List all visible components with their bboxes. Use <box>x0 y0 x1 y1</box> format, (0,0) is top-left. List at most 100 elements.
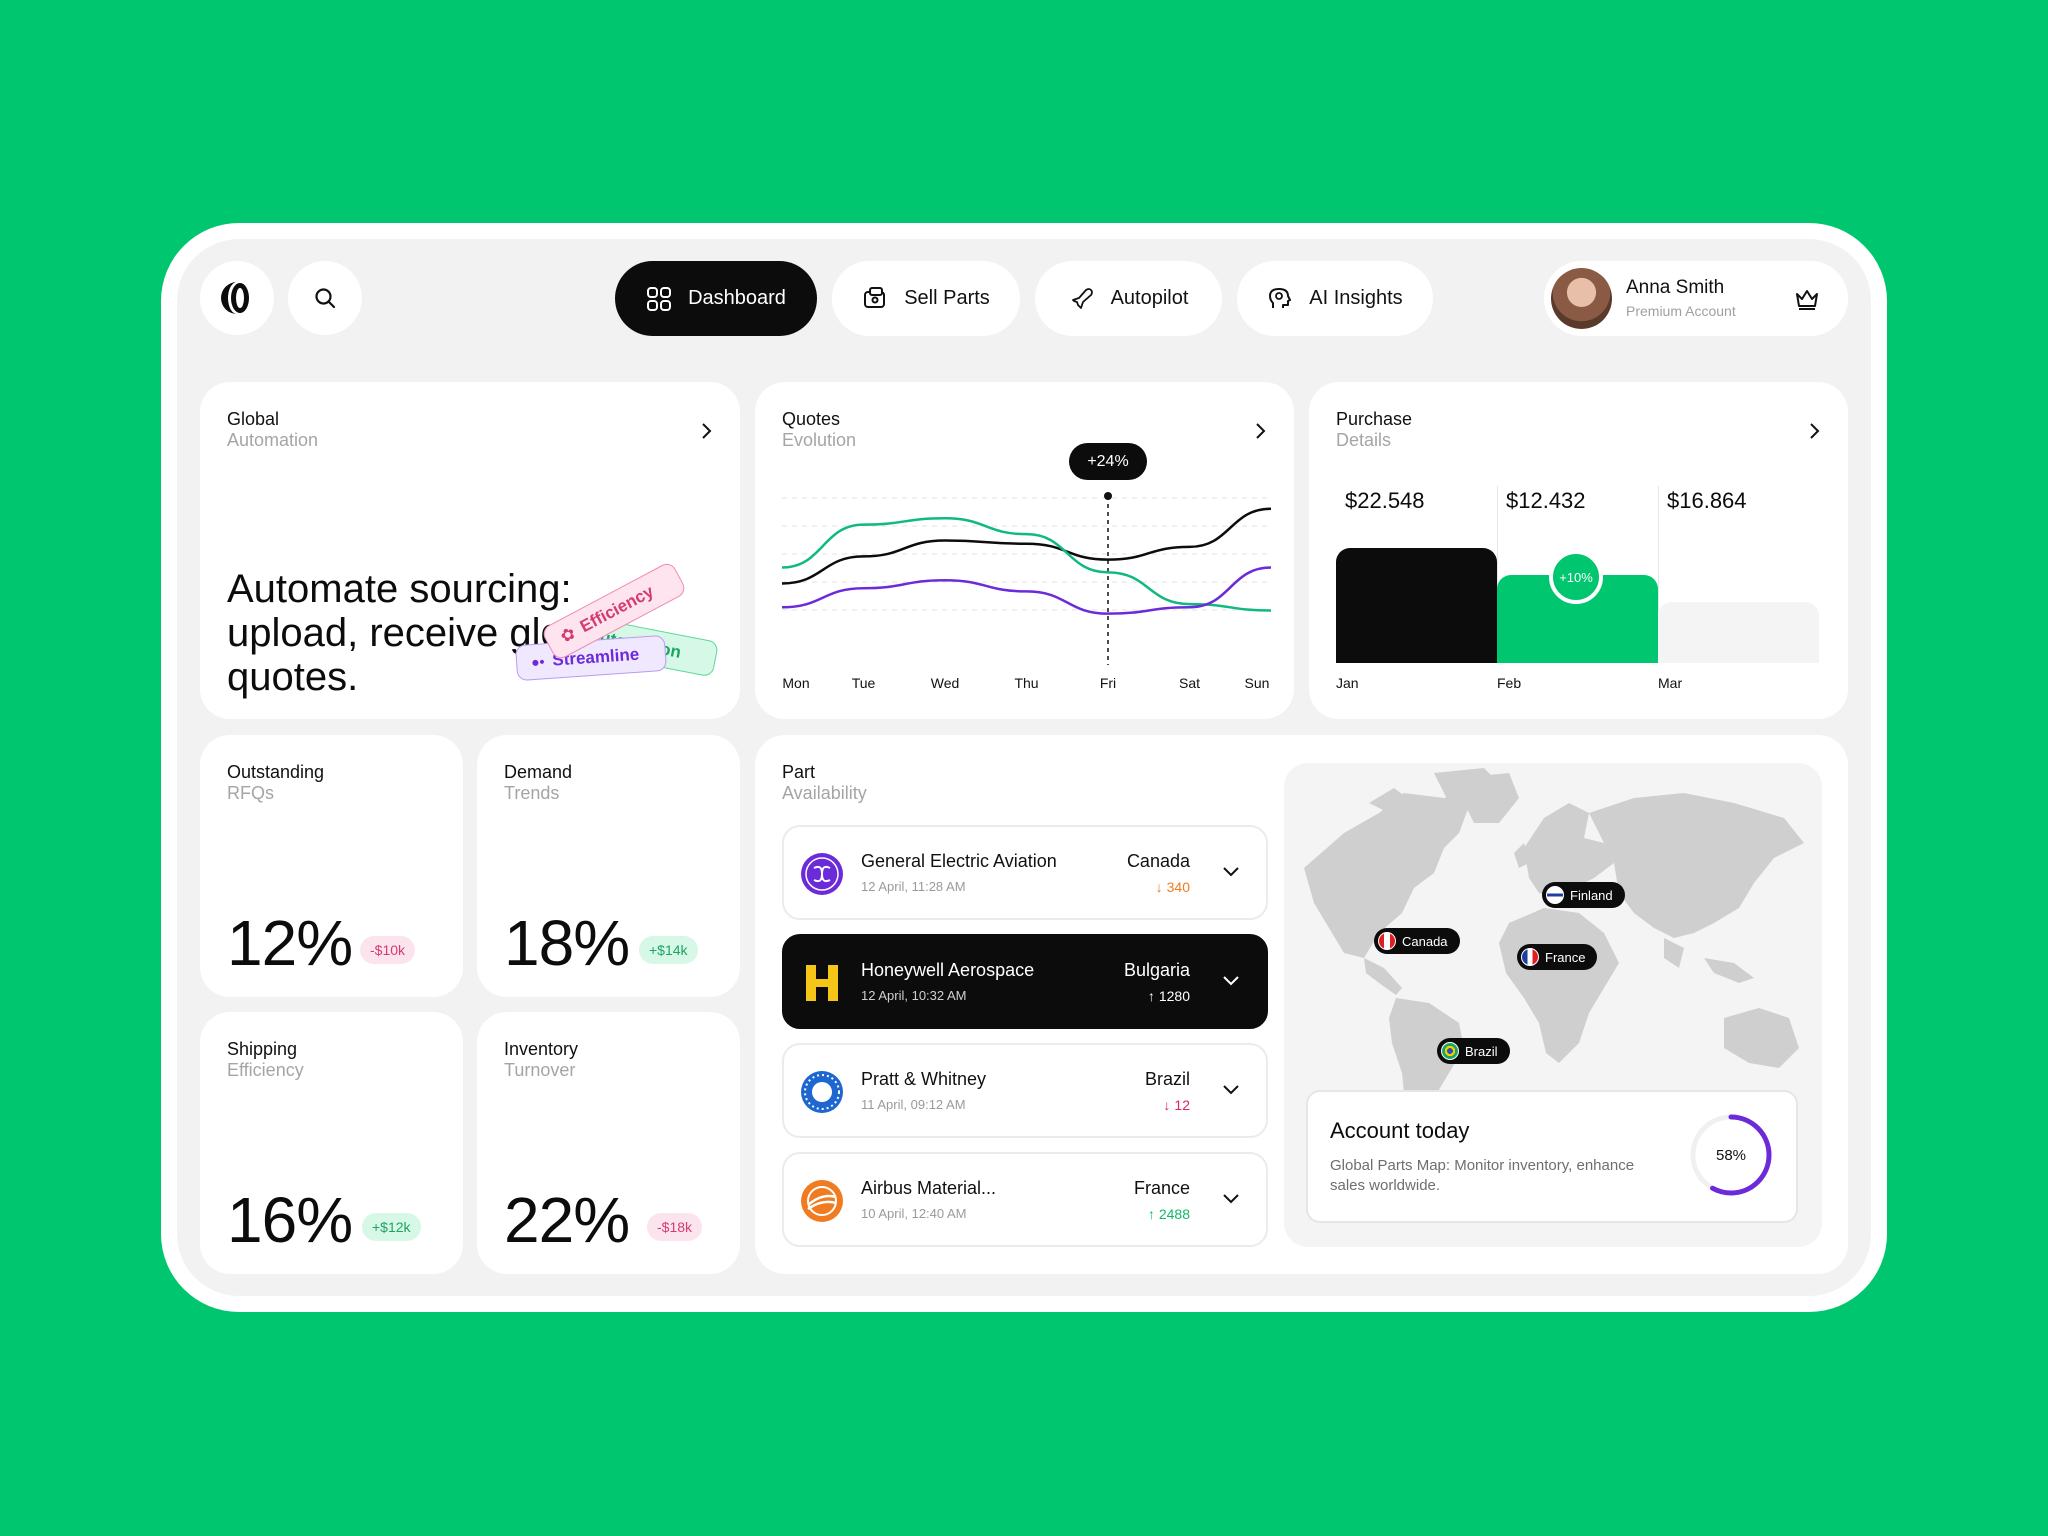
wallet-icon <box>864 286 886 308</box>
map-pin-finland[interactable]: Finland <box>1542 882 1625 908</box>
x-tick-label: Jan <box>1336 675 1359 691</box>
user-menu[interactable]: Anna Smith Premium Account <box>1544 261 1848 336</box>
part-date: 12 April, 11:28 AM <box>861 879 966 894</box>
x-tick-label: Fri <box>1099 675 1117 691</box>
logo-icon <box>221 282 249 314</box>
bar-value-label: $12.432 <box>1506 488 1586 513</box>
ge-logo-icon <box>801 853 843 895</box>
part-name: Honeywell Aerospace <box>861 960 1035 980</box>
stat-value: 16% <box>227 1184 353 1256</box>
flag-france-icon <box>1521 948 1539 966</box>
part-delta: ↓ 12 <box>1163 1097 1190 1113</box>
part-delta: ↓ 340 <box>1156 879 1190 895</box>
ai-head-icon <box>1269 287 1292 308</box>
chevron-down-icon[interactable] <box>1222 865 1240 877</box>
stat-badge: +$12k <box>362 1213 421 1241</box>
bar[interactable] <box>1336 547 1497 663</box>
part-name: Airbus Material... <box>861 1178 997 1198</box>
chevron-right-icon[interactable] <box>700 422 712 440</box>
tab-dashboard[interactable]: Dashboard <box>615 261 817 336</box>
avatar <box>1551 268 1612 329</box>
card-title: Global <box>227 409 280 429</box>
bar[interactable] <box>1658 602 1819 663</box>
highlight-point <box>1104 492 1112 500</box>
grid-icon <box>647 286 672 311</box>
arrow-down-icon: ↓ <box>1163 1097 1171 1113</box>
stat-value: 12% <box>227 907 353 979</box>
tab-ai-insights[interactable]: AI Insights <box>1237 261 1433 336</box>
search-icon <box>315 288 336 309</box>
series-line-1 <box>782 517 1272 612</box>
series-line-2 <box>782 566 1272 615</box>
pin-label: Finland <box>1570 887 1613 903</box>
card-title: Outstanding <box>227 762 325 782</box>
quotes-marker: +24% <box>1069 443 1147 480</box>
card-title: Shipping <box>227 1039 298 1059</box>
x-tick-label: Wed <box>930 675 960 691</box>
card-title: Inventory <box>504 1039 579 1059</box>
delta-value: 12 <box>1174 1097 1190 1113</box>
chevron-down-icon[interactable] <box>1222 1192 1240 1204</box>
tab-label: Autopilot <box>1110 287 1189 309</box>
search-button[interactable] <box>288 261 362 335</box>
part-row[interactable]: Airbus Material... 10 April, 12:40 AM Fr… <box>782 1152 1268 1247</box>
part-delta: ↑ 1280 <box>1148 988 1190 1004</box>
part-country: Canada <box>1126 851 1190 871</box>
tab-autopilot[interactable]: Autopilot <box>1035 261 1222 336</box>
card-subtitle: Evolution <box>782 430 857 450</box>
map-pin-canada[interactable]: Canada <box>1374 928 1460 954</box>
arrow-down-icon: ↓ <box>1155 879 1163 895</box>
stat-value: 22% <box>504 1184 630 1256</box>
flag-brazil-icon <box>1441 1042 1459 1060</box>
card-subtitle: Trends <box>504 783 560 803</box>
stat-card-inventory: Inventory Turnover 22% -$18k <box>477 1012 740 1274</box>
part-country: Bulgaria <box>1123 960 1190 980</box>
map-pin-brazil[interactable]: Brazil <box>1437 1038 1510 1064</box>
pratt-whitney-logo-icon <box>801 1071 843 1113</box>
part-date: 12 April, 10:32 AM <box>861 988 967 1003</box>
card-subtitle: RFQs <box>227 783 274 803</box>
x-tick-label: Mar <box>1658 675 1683 691</box>
part-row[interactable]: Honeywell Aerospace 12 April, 10:32 AM B… <box>782 934 1268 1029</box>
delta-value: 340 <box>1166 879 1190 895</box>
bar-value-label: $16.864 <box>1667 488 1747 513</box>
crown-icon <box>1796 290 1818 310</box>
logo[interactable] <box>200 261 274 335</box>
x-tick-label: Feb <box>1497 675 1522 691</box>
card-title: Purchase <box>1336 409 1413 429</box>
stat-card-demand: Demand Trends 18% +$14k <box>477 735 740 997</box>
chevron-right-icon[interactable] <box>1808 422 1820 440</box>
tab-label: Sell Parts <box>904 287 990 309</box>
flag-finland-icon <box>1546 886 1564 904</box>
chevron-down-icon[interactable] <box>1222 974 1240 986</box>
tab-sell-parts[interactable]: Sell Parts <box>832 261 1020 336</box>
growth-badge: +10% <box>1549 550 1603 604</box>
quotes-line-chart <box>782 492 1272 665</box>
part-row[interactable]: General Electric Aviation 12 April, 11:2… <box>782 825 1268 920</box>
chevron-right-icon[interactable] <box>1254 422 1266 440</box>
stat-badge: -$18k <box>647 1213 703 1241</box>
chevron-down-icon[interactable] <box>1222 1083 1240 1095</box>
delta-value: 2488 <box>1158 1206 1190 1222</box>
part-country: France <box>1133 1178 1190 1198</box>
x-tick-label: Tue <box>851 675 876 691</box>
stat-badge: -$10k <box>360 936 416 964</box>
progress-label: 58% <box>1715 1146 1747 1164</box>
user-subtitle: Premium Account <box>1626 303 1736 319</box>
honeywell-logo-icon <box>806 965 838 1001</box>
part-date: 11 April, 09:12 AM <box>861 1097 966 1112</box>
account-title: Account today <box>1330 1118 1470 1143</box>
part-row[interactable]: Pratt & Whitney 11 April, 09:12 AM Brazi… <box>782 1043 1268 1138</box>
map-pin-france[interactable]: France <box>1517 944 1598 970</box>
x-tick-label: Sun <box>1244 675 1270 691</box>
global-automation-card: Global Automation Automate sourcing: upl… <box>200 382 740 719</box>
series-line-0 <box>782 507 1272 585</box>
stat-card-rfqs: Outstanding RFQs 12% -$10k <box>200 735 463 997</box>
delta-value: 1280 <box>1158 988 1190 1004</box>
airbus-logo-icon <box>801 1180 843 1222</box>
x-tick-label: Sat <box>1178 675 1201 691</box>
account-description: Global Parts Map: Monitor inventory, enh… <box>1330 1157 1635 1194</box>
card-subtitle: Availability <box>782 783 867 803</box>
pin-label: France <box>1545 949 1586 965</box>
part-date: 10 April, 12:40 AM <box>861 1206 967 1221</box>
